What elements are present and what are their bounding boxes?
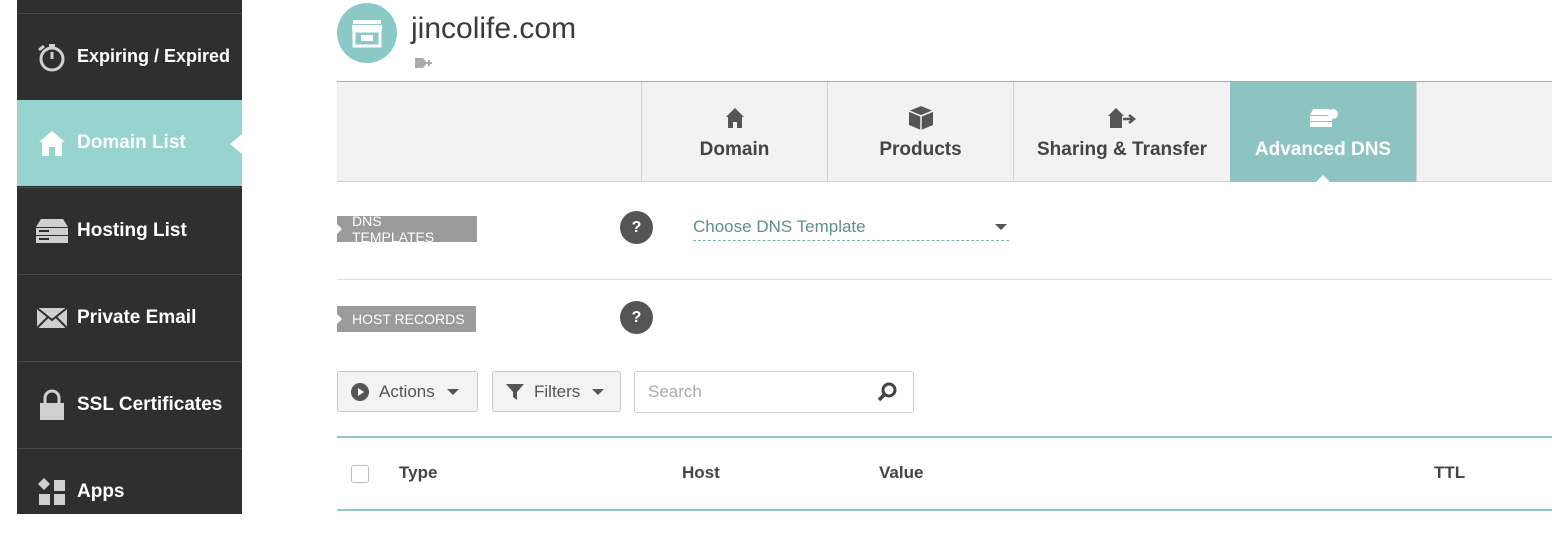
actions-button[interactable]: Actions	[337, 371, 478, 412]
sidebar-item-label: SSL Certificates	[77, 393, 223, 415]
lock-icon	[35, 388, 69, 422]
tab-label: Advanced DNS	[1254, 139, 1392, 160]
filters-button[interactable]: Filters	[492, 371, 621, 412]
dns-templates-help-icon[interactable]: ?	[620, 211, 653, 244]
dns-template-select[interactable]: Choose DNS Template	[693, 213, 1009, 241]
sidebar-item-label: Domain List	[77, 132, 186, 153]
storefront-icon	[337, 3, 397, 63]
server-icon	[35, 214, 69, 248]
search-input[interactable]	[646, 381, 870, 403]
chevron-down-icon	[446, 388, 459, 395]
apps-icon	[35, 475, 69, 509]
home-icon	[35, 126, 69, 160]
column-header-value[interactable]: Value	[879, 463, 923, 483]
search-box	[634, 371, 914, 413]
sidebar-item-label: Hosting List	[77, 219, 187, 241]
tab-domain[interactable]: Domain	[641, 82, 827, 182]
add-tag-icon[interactable]	[414, 56, 434, 75]
section-divider	[337, 279, 1552, 280]
stopwatch-icon	[35, 40, 69, 74]
sidebar-item-hosting-list[interactable]: Hosting List	[17, 187, 242, 273]
house-arrow-icon	[1107, 103, 1137, 133]
host-records-help-icon[interactable]: ?	[620, 301, 653, 334]
server-icon	[1308, 103, 1338, 133]
tab-divider	[1416, 82, 1417, 182]
sidebar-item-label: Expiring / Expired	[77, 46, 231, 66]
sidebar-item-label: Private Email	[77, 306, 197, 328]
play-icon	[350, 382, 370, 402]
box-icon	[908, 103, 934, 133]
sidebar-item-expiring[interactable]: Expiring / Expired	[17, 13, 242, 99]
filters-label: Filters	[534, 381, 581, 401]
envelope-icon	[35, 301, 69, 335]
home-icon	[725, 103, 745, 133]
sidebar-item-ssl-certificates[interactable]: SSL Certificates	[17, 361, 242, 447]
funnel-icon	[505, 382, 525, 402]
tab-sharing-transfer[interactable]: Sharing & Transfer	[1013, 82, 1230, 182]
sidebar-item-apps[interactable]: Apps	[17, 448, 242, 534]
tab-advanced-dns[interactable]: Advanced DNS	[1230, 82, 1416, 183]
column-header-host[interactable]: Host	[682, 463, 720, 483]
tab-label: Domain	[699, 139, 770, 160]
actions-label: Actions	[379, 381, 435, 401]
chevron-down-icon	[995, 223, 1007, 230]
chevron-down-icon	[592, 388, 605, 395]
sidebar-item-domain-list[interactable]: Domain List	[17, 100, 242, 186]
sidebar-item-top[interactable]	[17, 0, 242, 13]
select-all-checkbox[interactable]	[351, 465, 369, 483]
tab-bar: Domain Products Sharing & Transfer Advan…	[337, 81, 1552, 183]
search-icon[interactable]	[877, 382, 897, 407]
tab-products[interactable]: Products	[827, 82, 1013, 182]
sidebar: Expiring / Expired Domain List Hosting L…	[17, 0, 242, 514]
host-records-label: HOST RECORDS	[337, 306, 476, 332]
tab-label: Sharing & Transfer	[1037, 139, 1207, 160]
sidebar-item-private-email[interactable]: Private Email	[17, 274, 242, 360]
sidebar-item-label: Apps	[77, 480, 125, 502]
dns-templates-label: DNS TEMPLATES	[337, 213, 477, 245]
host-records-table-header: Type Host Value TTL	[337, 436, 1552, 511]
column-header-type[interactable]: Type	[399, 463, 437, 483]
dns-template-select-value: Choose DNS Template	[693, 216, 866, 236]
column-header-ttl[interactable]: TTL	[1434, 463, 1465, 483]
tab-label: Products	[879, 139, 962, 160]
page-title: jincolife.com	[411, 12, 577, 45]
